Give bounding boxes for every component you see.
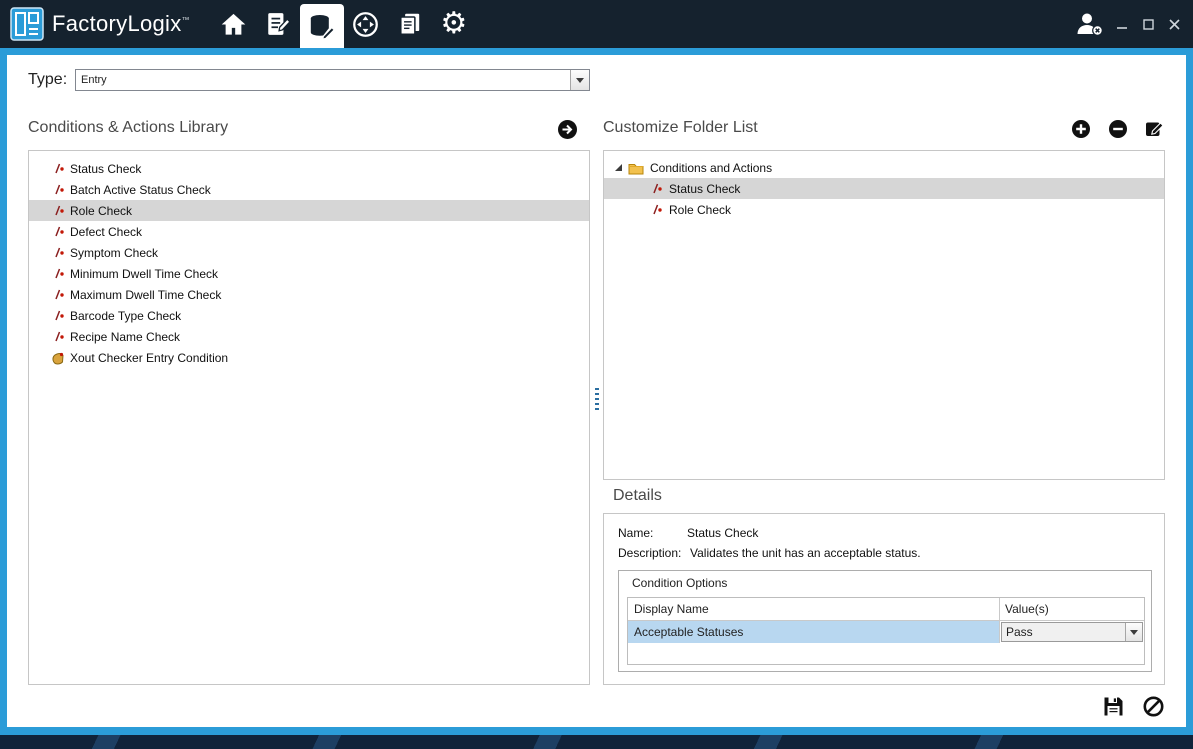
cancel-button[interactable] [1142, 695, 1165, 718]
titlebar: FactoryLogix™ [0, 0, 1193, 48]
library-icon-active-tab[interactable] [300, 4, 344, 48]
option-value-select[interactable]: Pass [1001, 622, 1143, 642]
factorylogix-logo-icon [10, 7, 44, 41]
condition-icon [51, 309, 66, 322]
condition-icon [51, 246, 66, 259]
list-item[interactable]: Minimum Dwell Time Check [29, 263, 589, 284]
details-title: Details [613, 487, 662, 505]
tree-item-label: Status Check [669, 182, 740, 196]
condition-options-table: Display Name Value(s) Acceptable Statuse… [627, 597, 1145, 665]
name-label: Name: [618, 526, 653, 540]
description-label: Description: [618, 546, 681, 560]
list-item-selected[interactable]: Role Check [29, 200, 589, 221]
details-panel: Name: Status Check Description: Validate… [603, 513, 1165, 685]
settings-gear-icon[interactable]: ⚙ [432, 0, 476, 48]
main-nav: ⚙ [212, 0, 476, 48]
folder-icon [628, 161, 644, 175]
navigate-icon[interactable] [344, 0, 388, 48]
column-header-values: Value(s) [1000, 598, 1144, 620]
desktop-background [0, 733, 1193, 749]
condition-icon [51, 162, 66, 175]
library-title: Conditions & Actions Library [28, 119, 228, 137]
name-value: Status Check [687, 526, 758, 540]
tree-root-label: Conditions and Actions [650, 161, 772, 175]
condition-icon [649, 182, 664, 195]
move-right-button[interactable] [557, 119, 578, 140]
option-value-arrow[interactable] [1125, 623, 1142, 641]
type-select[interactable]: Entry [75, 69, 590, 91]
bottom-actions [603, 695, 1165, 718]
condition-options-group: Condition Options Display Name Value(s) … [618, 570, 1152, 672]
add-folder-item-button[interactable] [1071, 119, 1091, 139]
app-title: FactoryLogix™ [52, 11, 190, 37]
edit-folder-item-button[interactable] [1145, 119, 1165, 139]
list-item-label: Batch Active Status Check [70, 183, 211, 197]
option-value-text: Pass [1002, 625, 1125, 639]
list-item-label: Minimum Dwell Time Check [70, 267, 218, 281]
list-item[interactable]: Xout Checker Entry Condition [29, 347, 589, 368]
list-item[interactable]: Defect Check [29, 221, 589, 242]
list-item-label: Role Check [70, 204, 132, 218]
home-icon[interactable] [212, 0, 256, 48]
type-select-arrow[interactable] [570, 70, 589, 90]
condition-icon [51, 330, 66, 343]
option-value-cell: Pass [1000, 621, 1144, 643]
list-item[interactable]: Barcode Type Check [29, 305, 589, 326]
reports-icon[interactable] [388, 0, 432, 48]
remove-folder-item-button[interactable] [1108, 119, 1128, 139]
script-condition-icon [51, 351, 66, 365]
titlebar-right [1069, 0, 1193, 48]
tree-item-selected[interactable]: Status Check [604, 178, 1164, 199]
list-item-label: Recipe Name Check [70, 330, 180, 344]
table-row-selected[interactable]: Acceptable Statuses Pass [628, 621, 1144, 643]
list-item[interactable]: Recipe Name Check [29, 326, 589, 347]
list-item[interactable]: Maximum Dwell Time Check [29, 284, 589, 305]
list-item-label: Maximum Dwell Time Check [70, 288, 221, 302]
list-item[interactable]: Symptom Check [29, 242, 589, 263]
conditions-library-list: Status Check Batch Active Status Check R… [28, 150, 590, 685]
condition-icon [51, 288, 66, 301]
minimize-button[interactable] [1109, 0, 1135, 48]
main-content: Type: Entry Conditions & Actions Library… [7, 55, 1186, 727]
type-select-value: Entry [76, 74, 570, 86]
tree-item-label: Role Check [669, 203, 731, 217]
window-frame: Type: Entry Conditions & Actions Library… [0, 48, 1193, 735]
trademark: ™ [182, 16, 190, 25]
list-item-label: Status Check [70, 162, 141, 176]
list-item[interactable]: Batch Active Status Check [29, 179, 589, 200]
close-button[interactable] [1161, 0, 1187, 48]
description-value: Validates the unit has an acceptable sta… [690, 546, 921, 560]
list-item-label: Xout Checker Entry Condition [70, 351, 228, 365]
table-header-row: Display Name Value(s) [628, 598, 1144, 621]
tree-root-conditions-and-actions[interactable]: Conditions and Actions [604, 157, 1164, 178]
customize-folder-tree: Conditions and Actions Status Check Role… [603, 150, 1165, 480]
work-instructions-icon[interactable] [256, 0, 300, 48]
column-header-display-name: Display Name [628, 598, 1000, 620]
list-item-label: Barcode Type Check [70, 309, 181, 323]
save-button[interactable] [1102, 695, 1125, 718]
tree-item[interactable]: Role Check [604, 199, 1164, 220]
option-display-name-cell[interactable]: Acceptable Statuses [628, 621, 1000, 643]
condition-icon [51, 225, 66, 238]
condition-icon [51, 183, 66, 196]
condition-options-title: Condition Options [632, 576, 727, 590]
user-logout-icon[interactable] [1069, 0, 1109, 48]
type-label: Type: [28, 71, 67, 89]
panel-splitter[interactable] [595, 388, 599, 410]
tree-expand-icon[interactable] [612, 163, 624, 172]
condition-icon [51, 204, 66, 217]
list-item[interactable]: Status Check [29, 158, 589, 179]
list-item-label: Symptom Check [70, 246, 158, 260]
condition-icon [51, 267, 66, 280]
list-item-label: Defect Check [70, 225, 142, 239]
condition-icon [649, 203, 664, 216]
maximize-button[interactable] [1135, 0, 1161, 48]
